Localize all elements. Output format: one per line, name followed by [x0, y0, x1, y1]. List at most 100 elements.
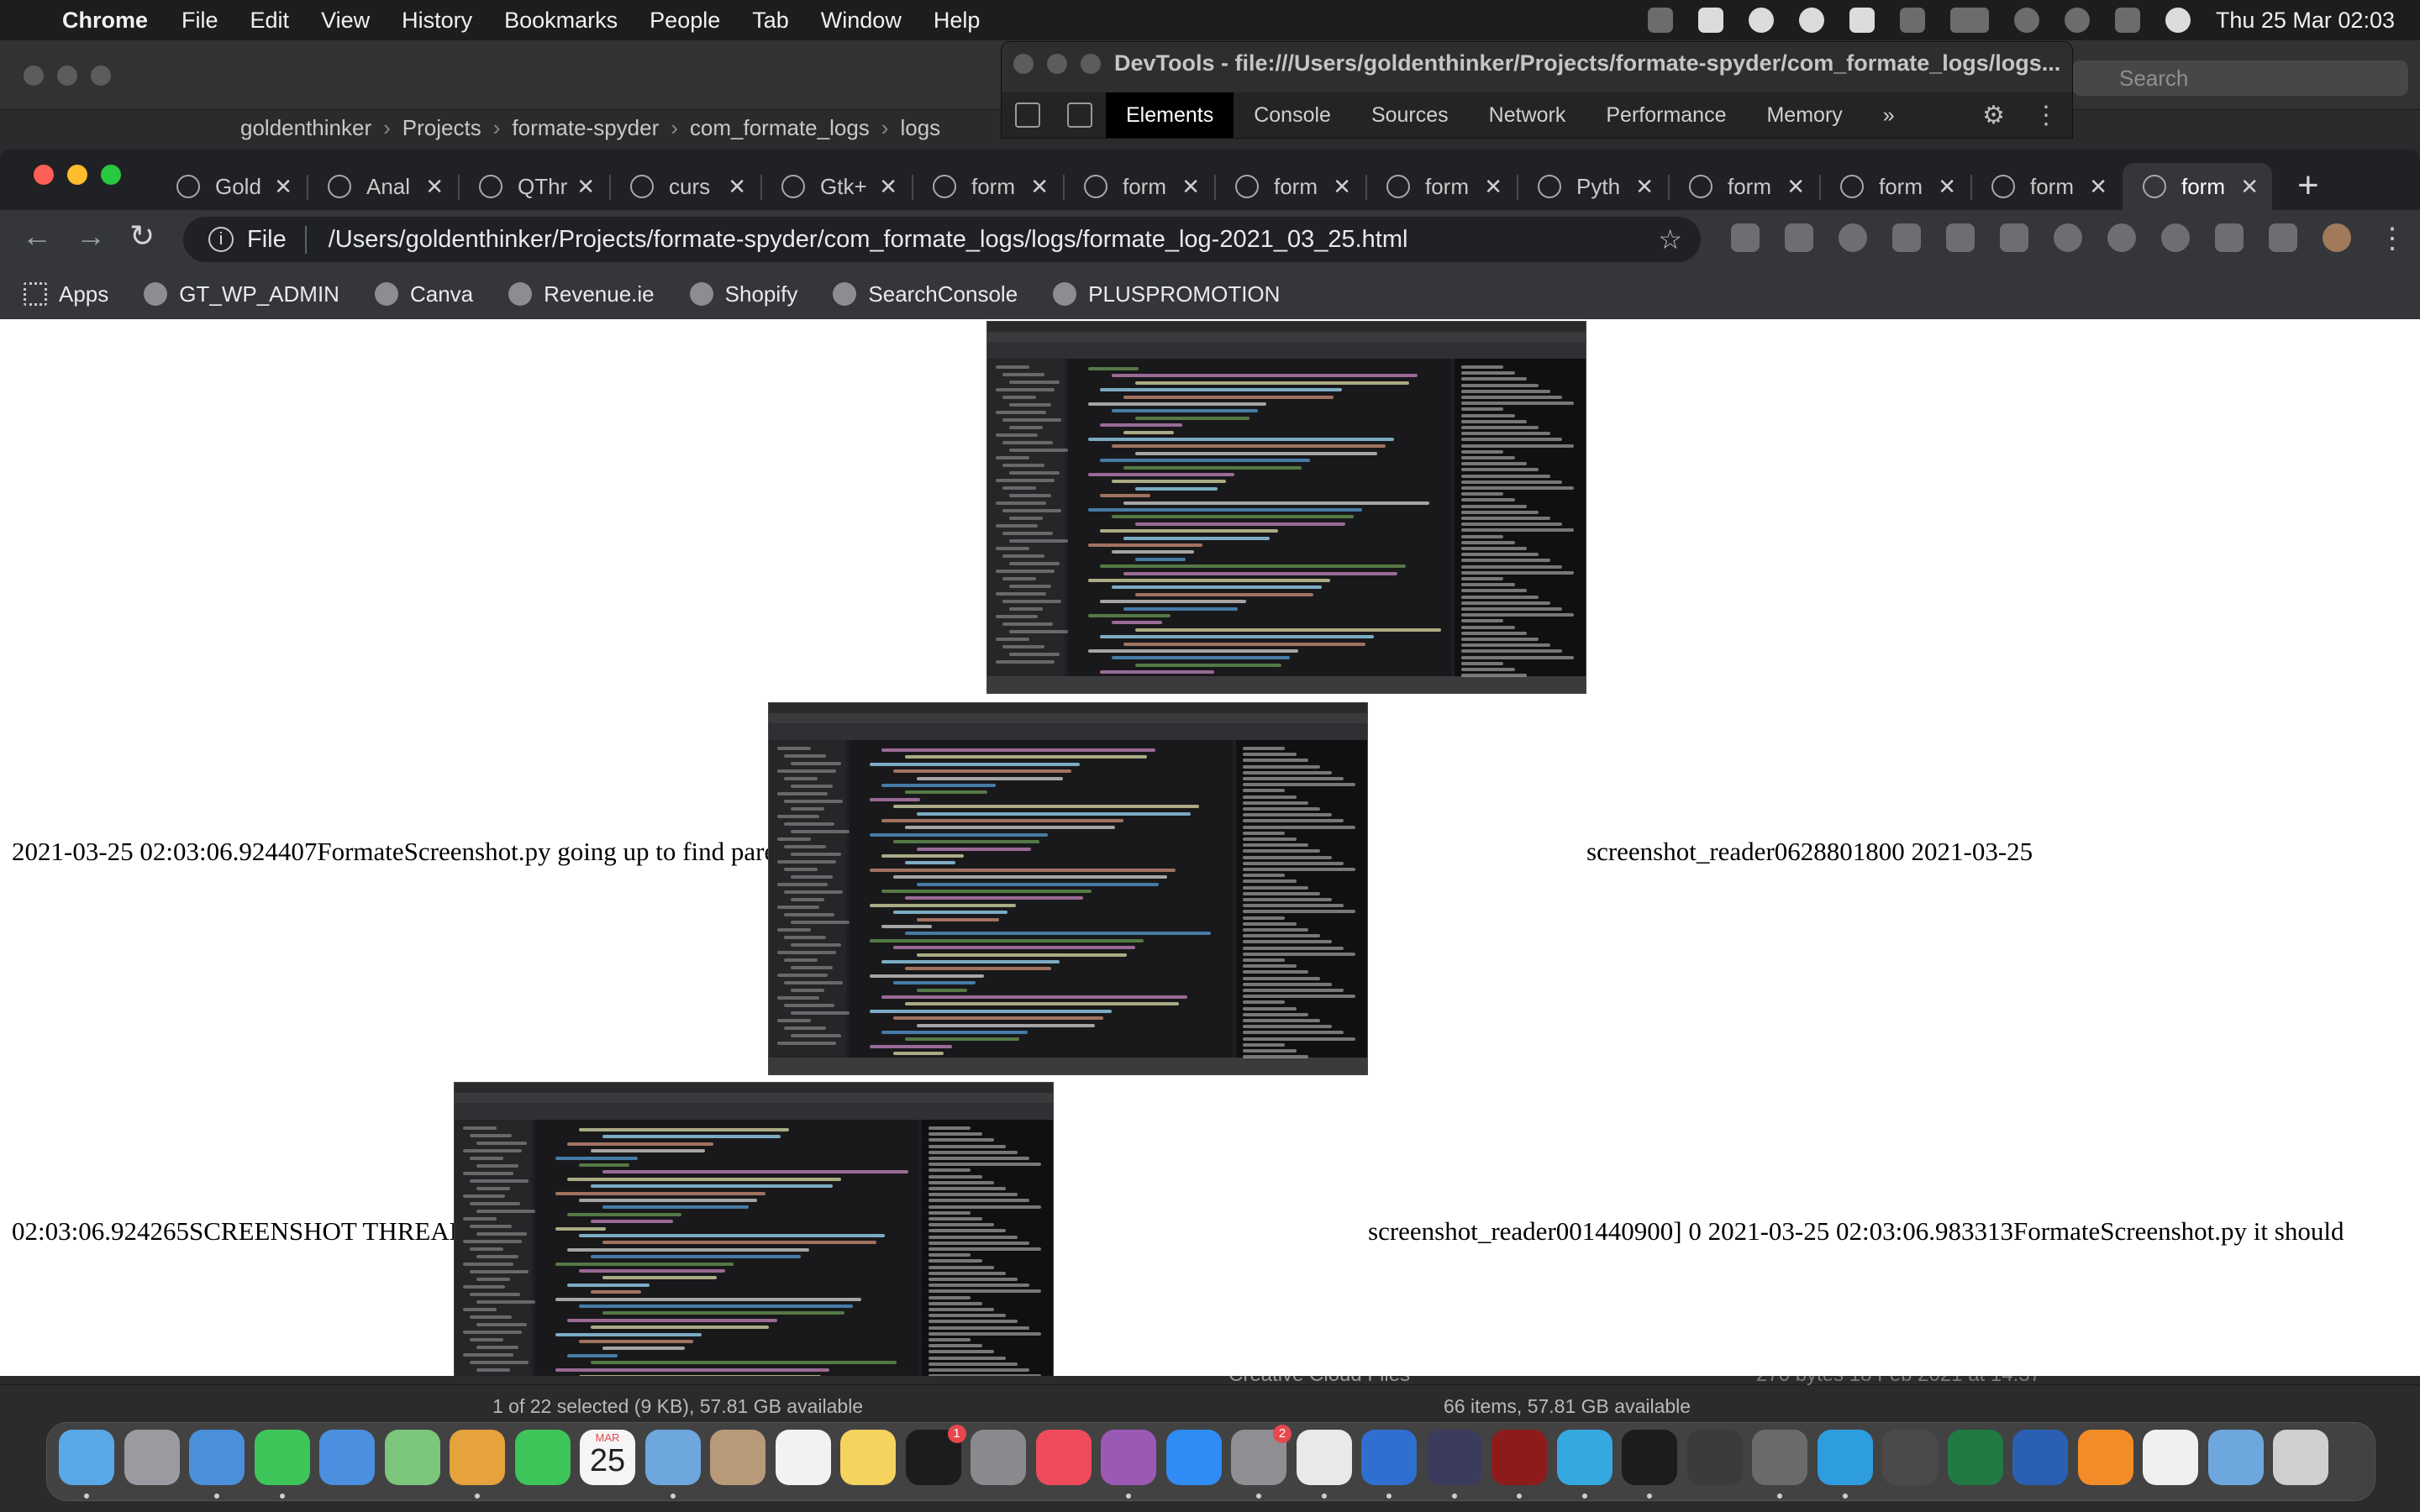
tab-performance[interactable]: Performance	[1586, 92, 1746, 138]
browser-tab[interactable]: form ✕	[1215, 163, 1365, 210]
path-segment-projects[interactable]: Projects	[402, 115, 481, 141]
trash-icon[interactable]	[2273, 1430, 2328, 1485]
menu-history[interactable]: History	[402, 8, 472, 34]
skype-icon[interactable]	[1817, 1430, 1873, 1485]
zoom-window-icon[interactable]	[1081, 54, 1101, 74]
menu-window[interactable]: Window	[821, 8, 902, 34]
browser-tab[interactable]: form ✕	[1971, 163, 2121, 210]
panel-extension-icon[interactable]	[1946, 223, 1975, 252]
menubar-clock[interactable]: Thu 25 Mar 02:03	[2216, 8, 2395, 34]
appletv-icon[interactable]: 1	[905, 1425, 966, 1485]
systemprefs-icon[interactable]: 2	[1231, 1425, 1292, 1485]
puzzle-extensions-icon[interactable]	[2269, 223, 2297, 252]
chrome-window-controls[interactable]	[34, 165, 121, 185]
devtools-window-controls[interactable]	[1013, 54, 1101, 74]
document-icon[interactable]	[2143, 1430, 2198, 1485]
new-tab-button[interactable]: +	[2297, 165, 2319, 207]
forward-arrow-icon[interactable]: →	[76, 218, 106, 254]
notification-icon[interactable]	[1697, 8, 1723, 33]
bookmark-pluspromotion[interactable]: PLUSPROMOTION	[1053, 281, 1280, 307]
menu-tab[interactable]: Tab	[752, 8, 789, 34]
browser-tab[interactable]: form ✕	[913, 163, 1062, 210]
diamond-extension-icon[interactable]	[1785, 223, 1813, 252]
minimize-window-icon[interactable]	[1047, 54, 1067, 74]
browser-tab[interactable]: Anal ✕	[308, 163, 457, 210]
minimize-window-icon[interactable]	[67, 165, 87, 185]
camera-extension-icon[interactable]	[1892, 223, 1921, 252]
tab-sources[interactable]: Sources	[1351, 92, 1469, 138]
menu-view[interactable]: View	[321, 8, 370, 34]
close-tab-icon[interactable]: ✕	[425, 174, 444, 200]
eclipse-icon[interactable]	[1426, 1430, 1482, 1485]
close-tab-icon[interactable]: ✕	[1030, 174, 1049, 200]
telegram-icon[interactable]	[1556, 1430, 1612, 1485]
calendar-icon[interactable]: MAR 25	[580, 1430, 635, 1485]
bookmark-apps[interactable]: Apps	[24, 281, 108, 307]
vlc-icon[interactable]	[1899, 8, 1925, 33]
photos-icon[interactable]	[450, 1430, 505, 1485]
excel-icon[interactable]	[1947, 1430, 2003, 1485]
downloads-folder-icon[interactable]	[644, 1430, 701, 1485]
appstore-icon[interactable]	[1165, 1430, 1222, 1485]
close-tab-icon[interactable]: ✕	[1181, 174, 1200, 200]
notes-icon[interactable]	[840, 1430, 896, 1485]
close-tab-icon[interactable]: ✕	[1484, 174, 1502, 200]
spotlight-search-icon[interactable]	[2064, 8, 2090, 33]
checkmark-icon[interactable]	[1849, 8, 1875, 33]
telegram-icon[interactable]	[1798, 8, 1824, 33]
messages-icon[interactable]	[254, 1430, 310, 1485]
bookmark-star-icon[interactable]: ☆	[1658, 223, 1682, 255]
menu-help[interactable]: Help	[934, 8, 981, 34]
browser-tab[interactable]: Gtk+ ✕	[761, 163, 911, 210]
facetime-icon[interactable]	[514, 1430, 571, 1485]
path-segment-home[interactable]: goldenthinker	[240, 115, 371, 141]
close-tab-icon[interactable]: ✕	[2089, 174, 2107, 200]
tab-network[interactable]: Network	[1469, 92, 1586, 138]
browser-tab[interactable]: form ✕	[2123, 163, 2272, 210]
browser-tab[interactable]: form ✕	[1366, 163, 1516, 210]
chrome-icon[interactable]	[1296, 1430, 1352, 1485]
gear-extension-icon[interactable]	[1839, 223, 1867, 252]
address-url[interactable]: /Users/goldenthinker/Projects/formate-sp…	[329, 226, 1408, 254]
grammarly-icon[interactable]	[2054, 223, 2082, 252]
control-center-icon[interactable]	[2114, 8, 2140, 33]
browser-tab[interactable]: form ✕	[1064, 163, 1213, 210]
podcasts-icon[interactable]	[1101, 1430, 1156, 1485]
close-tab-icon[interactable]: ✕	[1333, 174, 1351, 200]
vlc-icon[interactable]	[2077, 1430, 2133, 1485]
music-icon[interactable]	[1035, 1430, 1092, 1485]
evernote-icon[interactable]	[2107, 223, 2136, 252]
menu-edit[interactable]: Edit	[250, 8, 290, 34]
bookmark-revenue[interactable]: Revenue.ie	[508, 281, 655, 307]
close-tab-icon[interactable]: ✕	[879, 174, 897, 200]
browser-tab[interactable]: form ✕	[1820, 163, 1970, 210]
contacts-icon[interactable]	[710, 1430, 765, 1485]
more-options-icon[interactable]: ⋮	[2033, 101, 2059, 130]
menu-app-name[interactable]: Chrome	[62, 8, 148, 34]
browser-tab[interactable]: QThr ✕	[459, 163, 608, 210]
minimize-window-icon[interactable]	[57, 66, 77, 86]
calculator-icon[interactable]	[1882, 1430, 1938, 1485]
path-segment-com-formate-logs[interactable]: com_formate_logs	[690, 115, 870, 141]
istat-icon[interactable]	[1748, 8, 1774, 33]
spyder-icon[interactable]	[1491, 1430, 1547, 1485]
reload-icon[interactable]: ↻	[129, 218, 155, 254]
help-icon[interactable]	[971, 1430, 1026, 1485]
close-tab-icon[interactable]: ✕	[728, 174, 746, 200]
more-tabs-button[interactable]: »	[1863, 92, 1915, 138]
close-tab-icon[interactable]: ✕	[1938, 174, 1956, 200]
finder-search-field[interactable]: Search	[2072, 60, 2408, 96]
close-window-icon[interactable]	[1013, 54, 1034, 74]
u-extension-icon[interactable]	[2215, 223, 2244, 252]
menu-people[interactable]: People	[650, 8, 720, 34]
profile-avatar[interactable]	[2323, 223, 2351, 252]
close-tab-icon[interactable]: ✕	[2240, 174, 2259, 200]
battery-icon[interactable]	[1949, 8, 1989, 33]
sublime-icon[interactable]	[1686, 1430, 1743, 1485]
terminal-icon[interactable]	[1622, 1430, 1677, 1485]
bookmark-shopify[interactable]: Shopify	[689, 281, 797, 307]
address-bar[interactable]: i File /Users/goldenthinker/Projects/for…	[183, 217, 1701, 262]
siri-icon[interactable]	[2165, 8, 2191, 33]
pen-extension-icon[interactable]	[1731, 223, 1760, 252]
bookmark-searchconsole[interactable]: SearchConsole	[833, 281, 1018, 307]
